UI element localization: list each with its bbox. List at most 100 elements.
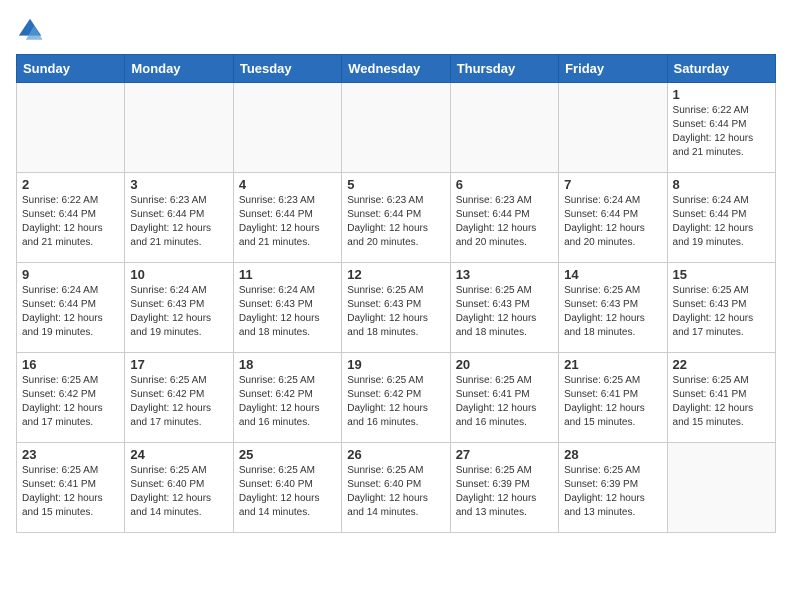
day-number: 13 [456,267,553,282]
day-number: 17 [130,357,227,372]
day-number: 28 [564,447,661,462]
calendar-cell [667,443,775,533]
day-header-saturday: Saturday [667,55,775,83]
calendar-cell: 7 Sunrise: 6:24 AM Sunset: 6:44 PM Daylig… [559,173,667,263]
week-row-3: 16Sunrise: 6:25 AM Sunset: 6:42 PM Dayli… [17,353,776,443]
day-number: 22 [673,357,770,372]
week-row-0: 1 Sunrise: 6:22 AM Sunset: 6:44 PM Daylig… [17,83,776,173]
calendar-cell: 20 Sunrise: 6:25 AM Sunset: 6:41 PM Dayli… [450,353,558,443]
day-info: Sunrise: 6:24 AM Sunset: 6:44 PM Dayligh… [22,284,119,340]
day-header-thursday: Thursday [450,55,558,83]
day-info: Sunrise: 6:23 AM Sunset: 6:44 PM Dayligh… [456,194,553,250]
logo [16,16,48,44]
day-number: 10 [130,267,227,282]
calendar-cell: 23 Sunrise: 6:25 AM Sunset: 6:41 PM Dayli… [17,443,125,533]
day-number: 14 [564,267,661,282]
day-number: 6 [456,177,553,192]
day-number: 4 [239,177,336,192]
day-info: Sunrise: 6:25 AM Sunset: 6:41 PM Dayligh… [456,374,553,430]
calendar-cell: 8 Sunrise: 6:24 AM Sunset: 6:44 PM Daylig… [667,173,775,263]
calendar-cell: 14 Sunrise: 6:25 AM Sunset: 6:43 PM Dayli… [559,263,667,353]
day-number: 12 [347,267,444,282]
calendar-cell: 12 Sunrise: 6:25 AM Sunset: 6:43 PM Dayli… [342,263,450,353]
week-row-1: 2Sunrise: 6:22 AM Sunset: 6:44 PM Daylig… [17,173,776,263]
day-number: 3 [130,177,227,192]
week-row-2: 9 Sunrise: 6:24 AM Sunset: 6:44 PM Daylig… [17,263,776,353]
day-info: Sunrise: 6:24 AM Sunset: 6:43 PM Dayligh… [130,284,227,340]
day-info: Sunrise: 6:25 AM Sunset: 6:43 PM Dayligh… [347,284,444,340]
calendar-cell: 22Sunrise: 6:25 AM Sunset: 6:41 PM Dayli… [667,353,775,443]
day-info: Sunrise: 6:25 AM Sunset: 6:40 PM Dayligh… [130,464,227,520]
calendar-cell: 13 Sunrise: 6:25 AM Sunset: 6:43 PM Dayli… [450,263,558,353]
day-info: Sunrise: 6:25 AM Sunset: 6:40 PM Dayligh… [239,464,336,520]
calendar-cell: 6 Sunrise: 6:23 AM Sunset: 6:44 PM Daylig… [450,173,558,263]
day-number: 23 [22,447,119,462]
day-number: 1 [673,87,770,102]
day-info: Sunrise: 6:23 AM Sunset: 6:44 PM Dayligh… [239,194,336,250]
calendar-cell: 25Sunrise: 6:25 AM Sunset: 6:40 PM Dayli… [233,443,341,533]
day-info: Sunrise: 6:22 AM Sunset: 6:44 PM Dayligh… [673,104,770,160]
calendar-cell: 10 Sunrise: 6:24 AM Sunset: 6:43 PM Dayli… [125,263,233,353]
day-info: Sunrise: 6:25 AM Sunset: 6:42 PM Dayligh… [239,374,336,430]
calendar-cell: 9 Sunrise: 6:24 AM Sunset: 6:44 PM Daylig… [17,263,125,353]
day-info: Sunrise: 6:25 AM Sunset: 6:41 PM Dayligh… [22,464,119,520]
calendar-cell: 28 Sunrise: 6:25 AM Sunset: 6:39 PM Dayli… [559,443,667,533]
calendar-cell: 5Sunrise: 6:23 AM Sunset: 6:44 PM Daylig… [342,173,450,263]
calendar-cell: 15 Sunrise: 6:25 AM Sunset: 6:43 PM Dayli… [667,263,775,353]
calendar-cell: 26 Sunrise: 6:25 AM Sunset: 6:40 PM Dayli… [342,443,450,533]
calendar-cell [450,83,558,173]
calendar-cell: 4 Sunrise: 6:23 AM Sunset: 6:44 PM Daylig… [233,173,341,263]
day-info: Sunrise: 6:24 AM Sunset: 6:44 PM Dayligh… [564,194,661,250]
day-info: Sunrise: 6:25 AM Sunset: 6:40 PM Dayligh… [347,464,444,520]
day-number: 7 [564,177,661,192]
calendar-cell: 3 Sunrise: 6:23 AM Sunset: 6:44 PM Daylig… [125,173,233,263]
day-number: 9 [22,267,119,282]
day-number: 21 [564,357,661,372]
week-row-4: 23 Sunrise: 6:25 AM Sunset: 6:41 PM Dayli… [17,443,776,533]
day-number: 19 [347,357,444,372]
calendar-cell: 11Sunrise: 6:24 AM Sunset: 6:43 PM Dayli… [233,263,341,353]
day-header-wednesday: Wednesday [342,55,450,83]
day-info: Sunrise: 6:25 AM Sunset: 6:42 PM Dayligh… [347,374,444,430]
calendar-cell [17,83,125,173]
day-header-sunday: Sunday [17,55,125,83]
day-info: Sunrise: 6:25 AM Sunset: 6:41 PM Dayligh… [564,374,661,430]
calendar-cell: 2Sunrise: 6:22 AM Sunset: 6:44 PM Daylig… [17,173,125,263]
calendar-cell [559,83,667,173]
calendar-cell [125,83,233,173]
day-number: 15 [673,267,770,282]
day-info: Sunrise: 6:25 AM Sunset: 6:43 PM Dayligh… [673,284,770,340]
calendar-cell [233,83,341,173]
day-info: Sunrise: 6:22 AM Sunset: 6:44 PM Dayligh… [22,194,119,250]
calendar-cell: 18 Sunrise: 6:25 AM Sunset: 6:42 PM Dayli… [233,353,341,443]
day-header-friday: Friday [559,55,667,83]
day-header-monday: Monday [125,55,233,83]
calendar-cell: 27 Sunrise: 6:25 AM Sunset: 6:39 PM Dayli… [450,443,558,533]
calendar-body: 1 Sunrise: 6:22 AM Sunset: 6:44 PM Daylig… [17,83,776,533]
calendar-cell [342,83,450,173]
day-number: 27 [456,447,553,462]
calendar-header: SundayMondayTuesdayWednesdayThursdayFrid… [17,55,776,83]
day-number: 5 [347,177,444,192]
day-number: 24 [130,447,227,462]
day-header-tuesday: Tuesday [233,55,341,83]
day-number: 26 [347,447,444,462]
day-info: Sunrise: 6:24 AM Sunset: 6:43 PM Dayligh… [239,284,336,340]
calendar-cell: 17 Sunrise: 6:25 AM Sunset: 6:42 PM Dayli… [125,353,233,443]
logo-icon [16,16,44,44]
header [16,16,776,44]
day-info: Sunrise: 6:25 AM Sunset: 6:43 PM Dayligh… [564,284,661,340]
calendar-cell: 24 Sunrise: 6:25 AM Sunset: 6:40 PM Dayli… [125,443,233,533]
calendar-cell: 19 Sunrise: 6:25 AM Sunset: 6:42 PM Dayli… [342,353,450,443]
day-number: 20 [456,357,553,372]
day-info: Sunrise: 6:25 AM Sunset: 6:43 PM Dayligh… [456,284,553,340]
day-info: Sunrise: 6:25 AM Sunset: 6:42 PM Dayligh… [130,374,227,430]
day-info: Sunrise: 6:25 AM Sunset: 6:39 PM Dayligh… [456,464,553,520]
calendar-cell: 1 Sunrise: 6:22 AM Sunset: 6:44 PM Daylig… [667,83,775,173]
day-info: Sunrise: 6:25 AM Sunset: 6:39 PM Dayligh… [564,464,661,520]
day-number: 8 [673,177,770,192]
day-number: 18 [239,357,336,372]
day-info: Sunrise: 6:23 AM Sunset: 6:44 PM Dayligh… [130,194,227,250]
day-info: Sunrise: 6:24 AM Sunset: 6:44 PM Dayligh… [673,194,770,250]
calendar: SundayMondayTuesdayWednesdayThursdayFrid… [16,54,776,533]
